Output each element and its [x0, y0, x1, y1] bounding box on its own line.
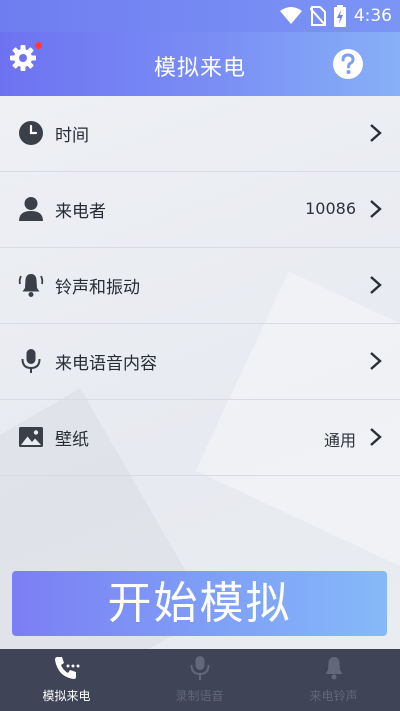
notification-dot: [35, 42, 42, 49]
microphone-icon: [190, 656, 210, 680]
chevron-right-icon: [370, 124, 382, 142]
microphone-icon: [21, 349, 41, 373]
tab-label-ringtone: 来电铃声: [309, 689, 358, 703]
chevron-right-icon: [370, 428, 382, 446]
no-sim-icon: [309, 6, 326, 26]
bell-ringing-icon: [18, 274, 44, 297]
chevron-right-icon: [370, 352, 382, 370]
start-simulation-button[interactable]: 开始模拟: [12, 571, 387, 636]
row-label-time: 时间: [55, 126, 89, 146]
bottom-tab-bar: 模拟来电 录制语音 来电铃声: [0, 649, 400, 711]
row-wallpaper[interactable]: 壁纸 通用: [0, 400, 400, 476]
tab-ringtone[interactable]: 来电铃声: [267, 649, 400, 711]
row-voice-content[interactable]: 来电语音内容: [0, 324, 400, 400]
settings-panel: 时间 来电者 10086 铃声和振动 来电语音内容 壁纸 通用: [0, 96, 400, 649]
row-label-caller: 来电者: [55, 202, 106, 222]
app-header: 模拟来电: [0, 32, 400, 96]
battery-charging-icon: [333, 5, 346, 27]
chevron-right-icon: [370, 276, 382, 294]
status-time: 4:36: [353, 6, 392, 26]
tab-record-voice[interactable]: 录制语音: [133, 649, 266, 711]
tab-simulate-call[interactable]: 模拟来电: [0, 649, 133, 711]
phone-dial-icon: [55, 657, 80, 679]
tab-label-record-voice: 录制语音: [175, 689, 224, 703]
chevron-right-icon: [370, 200, 382, 218]
row-time[interactable]: 时间: [0, 96, 400, 172]
row-label-ringtone: 铃声和振动: [55, 278, 140, 298]
tab-label-simulate-call: 模拟来电: [42, 689, 91, 703]
person-icon: [19, 197, 43, 221]
caller-number: 10086: [305, 199, 356, 218]
help-icon[interactable]: [332, 48, 364, 80]
row-caller[interactable]: 来电者 10086: [0, 172, 400, 248]
bell-icon: [325, 657, 343, 680]
row-label-wallpaper: 壁纸: [55, 430, 89, 450]
wallpaper-value: 通用: [323, 431, 356, 450]
row-ringtone[interactable]: 铃声和振动: [0, 248, 400, 324]
clock-icon: [19, 121, 43, 145]
image-icon: [19, 427, 43, 447]
status-bar: 4:36: [0, 0, 400, 32]
row-label-voice-content: 来电语音内容: [55, 354, 157, 374]
wifi-icon: [279, 7, 302, 24]
